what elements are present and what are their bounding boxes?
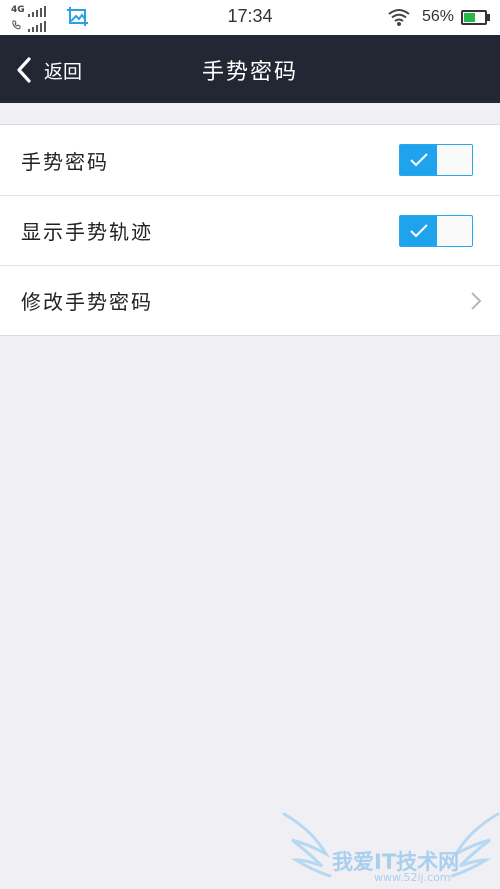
toggle-on-indicator (400, 216, 437, 246)
status-bar: 4G 17:34 56% (0, 0, 500, 35)
setting-label: 手势密码 (21, 149, 109, 174)
toggle-on-indicator (400, 145, 437, 175)
checkmark-icon (410, 153, 428, 167)
setting-label: 显示手势轨迹 (21, 220, 153, 244)
show-trace-toggle[interactable] (399, 215, 473, 247)
setting-row-show-trace: 显示手势轨迹 (0, 195, 500, 265)
checkmark-icon (410, 224, 428, 238)
setting-label: 修改手势密码 (21, 290, 153, 314)
battery-percent: 56% (422, 8, 455, 25)
battery-icon (461, 10, 491, 25)
watermark: 我爱IT技术网 www.52ij.com (282, 810, 500, 889)
setting-row-change-password[interactable]: 修改手势密码 (0, 265, 500, 335)
settings-list: 手势密码 显示手势轨迹 修改手势密码 (0, 124, 500, 336)
app-header: 返回 手势密码 (0, 35, 500, 103)
gesture-password-toggle[interactable] (399, 144, 473, 176)
chevron-right-icon (471, 292, 482, 310)
page-title: 手势密码 (201, 60, 298, 85)
setting-row-gesture-password: 手势密码 (0, 125, 500, 195)
wifi-icon (387, 7, 411, 27)
watermark-url: www.52ij.com (374, 871, 451, 884)
